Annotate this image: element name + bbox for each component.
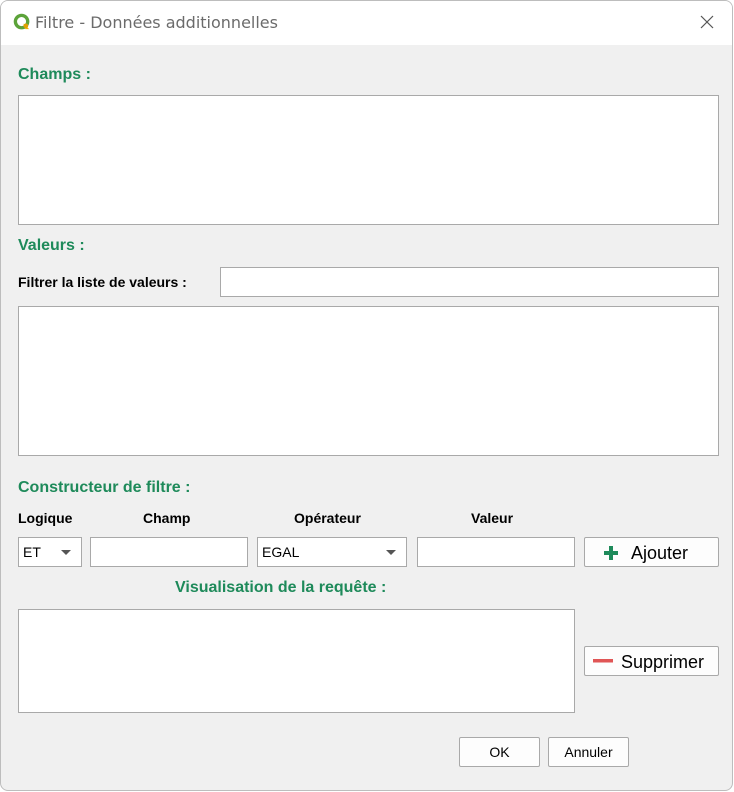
ok-button[interactable]: OK	[459, 737, 540, 767]
operateur-header: Opérateur	[294, 510, 361, 526]
query-preview[interactable]	[18, 609, 575, 713]
logique-select[interactable]: ET	[18, 537, 82, 567]
minus-icon	[593, 659, 613, 663]
filter-dialog: Filtre - Données additionnelles Champs :…	[0, 0, 733, 791]
filter-values-label: Filtrer la liste de valeurs :	[18, 274, 187, 290]
constructeur-section-label: Constructeur de filtre :	[18, 479, 191, 496]
filter-values-input[interactable]	[220, 267, 719, 297]
add-button[interactable]: Ajouter	[584, 537, 719, 567]
logique-header: Logique	[18, 510, 73, 526]
plus-icon	[604, 546, 618, 560]
champs-section-label: Champs :	[18, 66, 91, 83]
close-icon[interactable]	[696, 11, 718, 33]
valeurs-list[interactable]	[18, 306, 719, 456]
cancel-button[interactable]: Annuler	[548, 737, 629, 767]
operateur-select-value: EGAL	[262, 544, 300, 560]
qgis-logo-icon	[13, 13, 30, 30]
valeur-header: Valeur	[471, 510, 514, 526]
champ-header: Champ	[143, 510, 191, 526]
operateur-select[interactable]: EGAL	[257, 537, 407, 567]
window-title: Filtre - Données additionnelles	[35, 13, 278, 32]
champ-input[interactable]	[90, 537, 248, 567]
remove-button-label: Supprimer	[621, 652, 705, 672]
valeur-input[interactable]	[417, 537, 575, 567]
chevron-down-icon	[386, 550, 396, 555]
remove-button[interactable]: Supprimer	[584, 646, 719, 676]
champs-list[interactable]	[18, 95, 719, 225]
title-bar: Filtre - Données additionnelles	[1, 1, 732, 45]
logique-select-value: ET	[23, 544, 41, 560]
chevron-down-icon	[61, 550, 71, 555]
add-button-label: Ajouter	[631, 543, 689, 563]
valeurs-section-label: Valeurs :	[18, 237, 85, 254]
visualisation-section-label: Visualisation de la requête :	[175, 579, 387, 596]
